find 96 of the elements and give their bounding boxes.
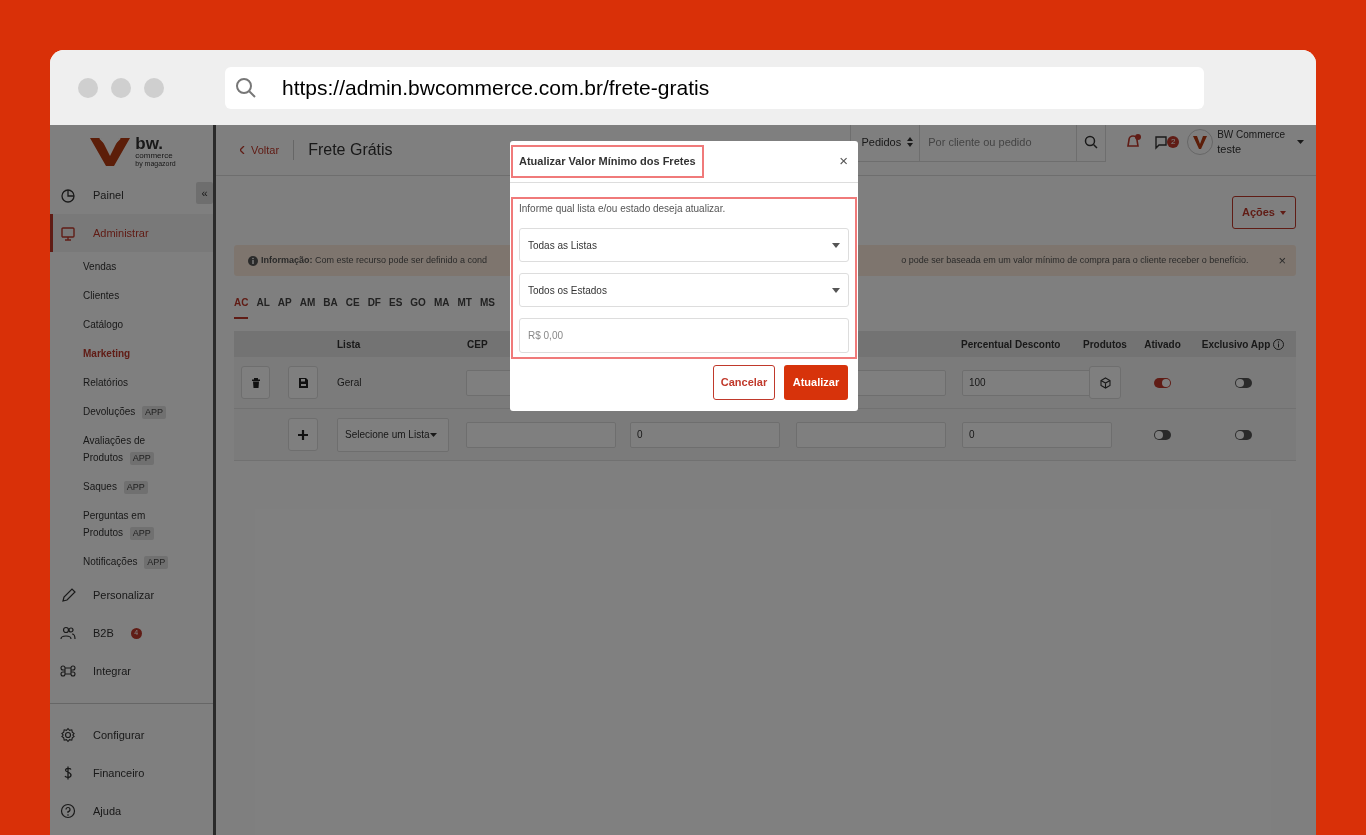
list-select[interactable]: Selecione um Lista [337,417,449,452]
help-icon [60,803,76,819]
submenu-item[interactable]: Vendas [50,252,213,281]
column-header: Exclusivo App [1201,337,1271,352]
sidebar-item[interactable]: Financeiro [50,754,213,792]
pencil-icon [60,587,76,603]
submenu-item[interactable]: Catálogo [50,310,213,339]
state-tab[interactable]: AM [299,295,316,319]
logo-text: bw. [135,134,164,152]
delete-button[interactable] [241,366,270,399]
avatar-icon[interactable] [1187,129,1214,155]
submenu-item[interactable]: Notificações APP [50,547,213,576]
sidebar-item[interactable]: Administrar [50,214,213,252]
caret-icon [1280,210,1286,215]
settings-icon [60,727,76,743]
chevron-left-icon [240,146,245,154]
modal-prompt: Informe qual lista e/ou estado deseja atualizar. [519,202,727,216]
sort-icon [907,137,914,147]
submenu-item[interactable]: Marketing [50,339,213,368]
close-button[interactable]: × [839,150,848,173]
state-tab[interactable]: AC [234,295,249,319]
state-tab[interactable]: MT [457,295,472,319]
cancel-button[interactable]: Cancelar [713,365,775,400]
user-subtitle: teste [1217,142,1243,157]
list-name: Geral [336,376,363,390]
submenu-item[interactable]: Avaliações de Produtos APP [50,426,213,472]
sidebar-item[interactable]: Configurar [50,716,213,754]
app-badge: APP [144,556,169,569]
state-tab[interactable]: CE [345,295,360,319]
back-link[interactable]: Voltar [240,141,280,159]
address-bar[interactable]: https://admin.bwcommerce.com.br/frete-gratis [225,66,1204,109]
submenu-item[interactable]: Devoluções APP [50,397,213,426]
app-badge: APP [142,406,167,419]
state-tab[interactable]: AL [256,295,270,319]
caret-icon [832,242,840,248]
sidebar-item[interactable]: Ajuda [50,792,213,830]
submenu-item[interactable]: Relatórios [50,368,213,397]
toggle-switch[interactable] [1154,377,1171,388]
users-icon [60,625,76,641]
logo-tagline: commerce [135,151,174,160]
search-icon [235,76,257,99]
state-tab[interactable]: AP [277,295,292,319]
input-field[interactable]: 0 [630,421,780,448]
list-select[interactable]: Todas as Listas [519,228,849,262]
column-header: Produtos [1082,337,1128,352]
url-text: https://admin.bwcommerce.com.br/frete-gratis [282,74,710,101]
sidebar-item[interactable]: Integrar [50,652,213,690]
state-tab[interactable]: MS [479,295,495,319]
command-icon [60,663,76,679]
state-tab[interactable]: DF [367,295,381,319]
trash-icon [251,377,260,388]
app-badge: APP [129,452,154,465]
caret-icon [429,432,437,437]
column-header: Ativado [1143,337,1182,352]
collapse-button[interactable]: « [196,182,213,204]
add-button[interactable] [288,418,318,451]
monitor-icon [60,225,76,241]
save-button[interactable] [288,366,318,399]
info-icon [248,255,258,266]
column-header: Lista [336,337,362,352]
info-text: Informação: Com este recurso pode ser definido a cond [261,253,488,267]
modal-title: Atualizar Valor Mínimo dos Fretes [513,147,702,176]
toggle-switch[interactable] [1154,429,1171,440]
close-button[interactable]: × [1278,250,1286,271]
submenu-item[interactable]: Clientes [50,281,213,310]
submenu-item[interactable]: Perguntas em Produtos APP [50,501,213,547]
state-tab[interactable]: BA [323,295,338,319]
input-field[interactable]: 0 [962,421,1112,448]
info-text: o pode ser baseada em um valor mínimo de compra para o cliente receber o benefício. [901,253,1249,267]
update-button[interactable]: Atualizar [784,365,848,400]
caret-icon[interactable] [1297,140,1304,144]
toggle-switch[interactable] [1234,429,1252,440]
amount-field[interactable]: R$ 0,00 [519,318,849,353]
column-header: Percentual Desconto [960,337,1062,352]
info-icon [1273,338,1285,350]
sidebar-item[interactable]: Personalizar [50,576,213,614]
page-title: Frete Grátis [308,140,393,160]
caret-icon [832,287,840,293]
toggle-switch[interactable] [1234,377,1252,388]
state-tab[interactable]: GO [410,295,426,319]
search-icon [1084,135,1099,149]
user-name: BW Commerce [1217,128,1285,142]
search-field[interactable]: Por cliente ou pedido [920,125,1077,162]
app-badge: APP [129,527,154,540]
state-select[interactable]: Todos os Estados [519,273,849,307]
search-button[interactable] [1076,125,1107,162]
submenu-item[interactable]: Saques APP [50,472,213,501]
state-tab[interactable]: MA [433,295,450,319]
app-badge: APP [123,481,148,494]
actions-button[interactable]: Ações [1231,196,1296,229]
plus-icon [298,429,308,440]
message-count-badge: 2 [1167,136,1180,148]
save-icon [298,377,308,388]
pie-chart-icon [60,187,76,203]
sidebar-item[interactable]: Painel « [50,176,213,214]
state-tab[interactable]: ES [388,295,403,319]
